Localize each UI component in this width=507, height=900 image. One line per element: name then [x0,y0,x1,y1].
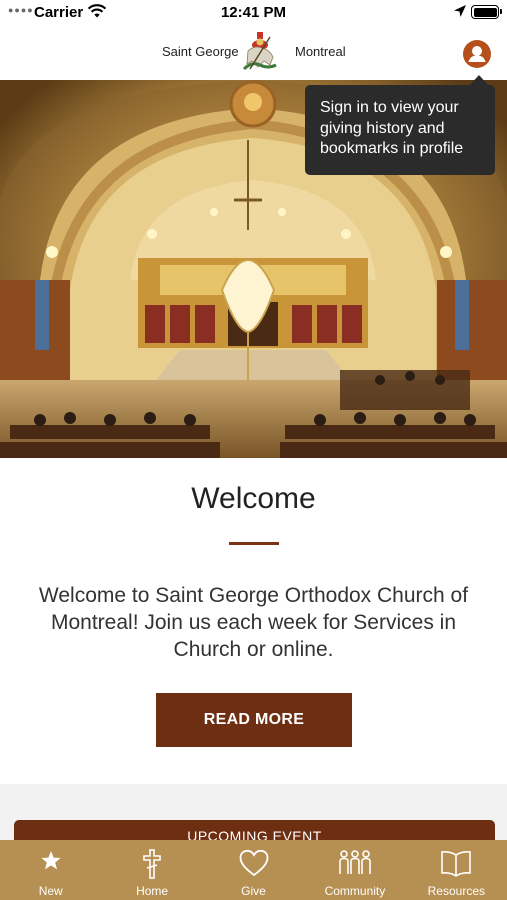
clock: 12:41 PM [220,4,287,21]
cross-icon [143,849,161,879]
people-icon [339,850,371,874]
tab-give[interactable]: Give [203,840,304,900]
welcome-title: Welcome [191,482,316,515]
tab-resources[interactable]: Resources [406,840,507,900]
welcome-text: Welcome to Saint George Orthodox Church … [38,584,469,661]
book-icon [441,851,472,877]
app-screen: ●●●● Carrier 12:41 PM Saint George Montr… [0,0,507,900]
brand-name-right: Montreal [295,44,346,59]
tab-new[interactable]: New [0,840,101,900]
bottom-tab-bar: New Home Give Community Resources [0,840,507,900]
location-arrow-icon [454,5,466,17]
read-more-button[interactable]: READ MORE [156,693,352,747]
tab-give-label: Give [241,884,266,898]
heart-icon [239,849,268,877]
tab-community[interactable]: Community [304,840,405,900]
star-icon [41,851,61,870]
profile-button[interactable] [463,40,491,68]
welcome-card: Welcome Welcome to Saint George Orthodox… [0,458,507,784]
title-divider [229,542,279,545]
tab-home[interactable]: Home [101,840,202,900]
tab-new-label: New [38,884,63,898]
tab-community-label: Community [324,884,386,898]
status-bar: ●●●● Carrier 12:41 PM [0,0,507,26]
battery-icon [471,5,502,19]
app-header: Saint George Montreal [0,26,507,80]
sign-in-tooltip[interactable]: Sign in to view your giving history and … [305,85,495,175]
st-george-logo [242,32,277,71]
tab-resources-label: Resources [427,884,485,898]
profile-icon [468,46,486,62]
brand-name-left: Saint George [162,44,239,59]
tab-home-label: Home [136,884,169,898]
